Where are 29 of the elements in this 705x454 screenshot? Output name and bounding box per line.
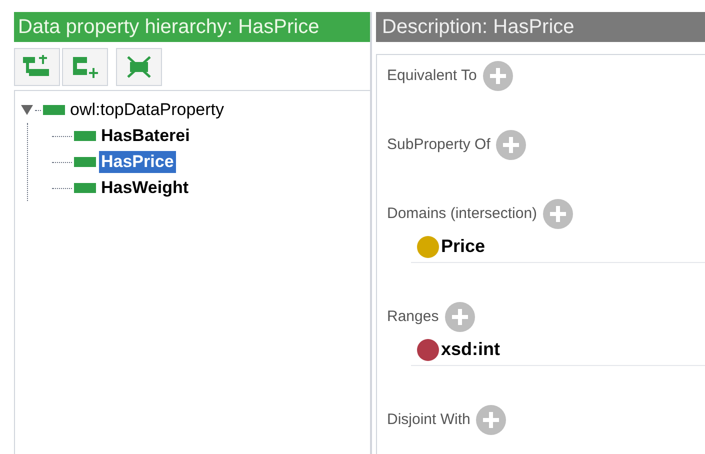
entity-name[interactable]: Price [441, 233, 486, 260]
section-label: Domains (intersection) [387, 204, 538, 224]
section-label: Disjoint With [387, 410, 470, 430]
section-label: SubProperty Of [387, 134, 490, 155]
property-icon [74, 157, 96, 167]
section-label: Equivalent To [387, 66, 477, 86]
add-subproperty-button[interactable] [14, 48, 60, 86]
property-icon [74, 183, 96, 193]
add-icon[interactable] [482, 61, 513, 91]
entity-name[interactable]: xsd:int [441, 336, 500, 363]
section-label: Ranges [387, 306, 439, 327]
panel-title: Data property hierarchy: HasPrice [14, 12, 370, 42]
add-sibling-icon [71, 55, 99, 79]
add-sibling-button[interactable] [62, 48, 108, 86]
panel-title: Description: HasPrice [376, 12, 705, 42]
tree-item[interactable]: owl:topDataProperty [68, 99, 226, 121]
delete-button[interactable] [116, 48, 162, 86]
expand-triangle-icon[interactable] [21, 105, 33, 115]
tree-item[interactable]: HasWeight [99, 177, 191, 199]
property-icon [43, 105, 65, 115]
add-icon[interactable] [444, 302, 475, 332]
tree-item[interactable]: HasBaterei [99, 125, 192, 147]
property-icon [74, 131, 96, 141]
add-subproperty-icon [23, 55, 51, 79]
add-icon[interactable] [543, 199, 574, 229]
tree-item[interactable]: HasPrice [99, 151, 176, 173]
add-icon[interactable] [476, 405, 506, 435]
delete-icon [125, 55, 153, 79]
add-icon[interactable] [496, 130, 526, 160]
